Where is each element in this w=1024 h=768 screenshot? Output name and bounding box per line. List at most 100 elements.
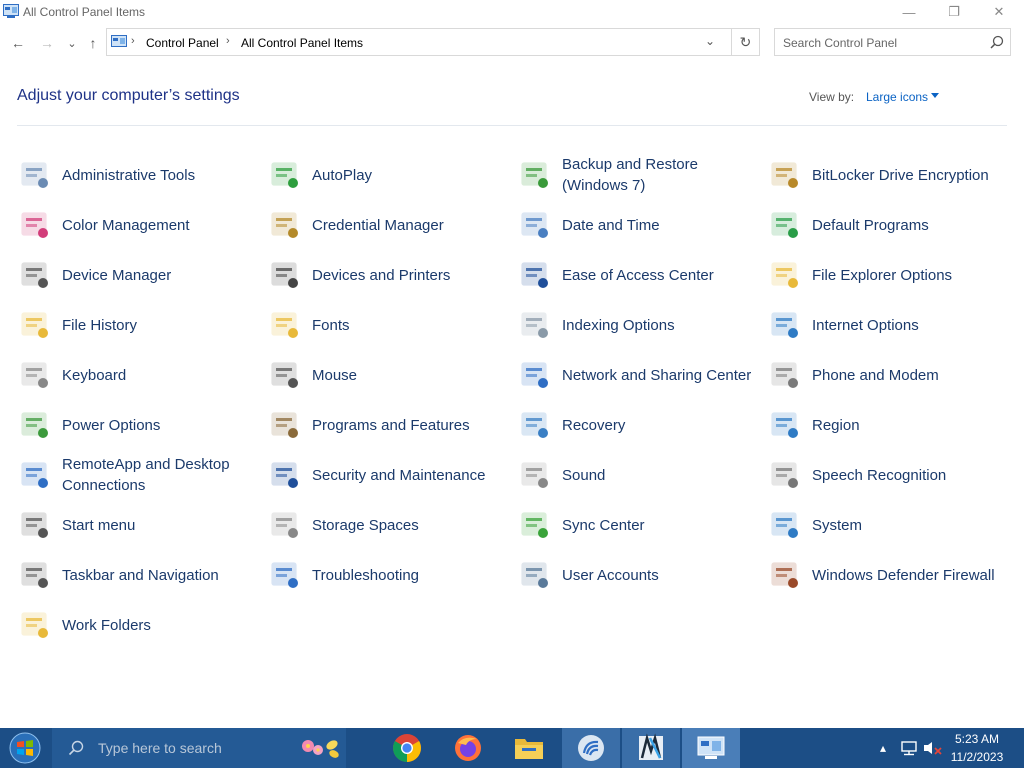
control-panel-item[interactable]: Taskbar and Navigation xyxy=(17,550,267,600)
control-panel-item[interactable]: Device Manager xyxy=(17,250,267,300)
taskbar-search-box[interactable]: Type here to search xyxy=(52,728,346,768)
troubleshooting-icon xyxy=(268,558,302,592)
windows-orb-icon xyxy=(9,732,41,764)
control-panel-item[interactable]: BitLocker Drive Encryption xyxy=(767,150,1017,200)
control-panel-item-label: Mouse xyxy=(312,366,358,384)
breadcrumb-control-panel[interactable]: Control Panel xyxy=(146,36,219,50)
control-panel-item[interactable]: System xyxy=(767,500,1017,550)
remoteapp-icon xyxy=(18,458,52,492)
control-panel-item[interactable]: Start menu xyxy=(17,500,267,550)
control-panel-item-label: File Explorer Options xyxy=(812,266,953,284)
recent-locations-button[interactable]: ⌄ xyxy=(61,32,83,54)
clock-time: 5:23 AM xyxy=(954,732,1000,746)
minimize-button[interactable]: — xyxy=(886,0,932,24)
close-button[interactable]: ✕ xyxy=(976,0,1022,24)
control-panel-item[interactable]: Keyboard xyxy=(17,350,267,400)
taskbar-chrome-button[interactable] xyxy=(378,728,436,768)
control-panel-item[interactable]: Sync Center xyxy=(517,500,767,550)
control-panel-item-label: Storage Spaces xyxy=(312,516,419,534)
taskbar-control-panel-button[interactable] xyxy=(682,728,740,768)
up-button[interactable]: ↑ xyxy=(82,32,104,54)
control-panel-item[interactable]: Sound xyxy=(517,450,767,500)
control-panel-item[interactable]: AutoPlay xyxy=(267,150,517,200)
control-panel-item[interactable]: Indexing Options xyxy=(517,300,767,350)
control-panel-item-label: Fonts xyxy=(312,316,350,334)
device-manager-icon xyxy=(18,258,52,292)
folder-options-icon xyxy=(768,258,802,292)
control-panel-item[interactable]: Backup and Restore (Windows 7) xyxy=(517,150,767,200)
control-panel-item-label: BitLocker Drive Encryption xyxy=(812,166,989,184)
control-panel-item[interactable]: Troubleshooting xyxy=(267,550,517,600)
control-panel-item[interactable]: Network and Sharing Center xyxy=(517,350,767,400)
start-button[interactable] xyxy=(0,728,50,768)
control-panel-item-label: Troubleshooting xyxy=(312,566,420,584)
control-panel-item[interactable]: File History xyxy=(17,300,267,350)
view-by-label: View by: xyxy=(809,90,855,104)
control-panel-item[interactable]: Ease of Access Center xyxy=(517,250,767,300)
control-panel-item[interactable]: Date and Time xyxy=(517,200,767,250)
search-input[interactable]: Search Control Panel xyxy=(783,36,897,50)
refresh-button[interactable]: ↻ xyxy=(732,28,760,56)
taskbar-app-button-2[interactable] xyxy=(622,728,680,768)
control-panel-item[interactable]: Work Folders xyxy=(17,600,267,650)
color-management-icon xyxy=(18,208,52,242)
control-panel-item[interactable]: Storage Spaces xyxy=(267,500,517,550)
control-panel-item[interactable]: Administrative Tools xyxy=(17,150,267,200)
indexing-icon xyxy=(518,308,552,342)
taskbar-firefox-button[interactable] xyxy=(439,728,497,768)
control-panel-item[interactable]: User Accounts xyxy=(517,550,767,600)
control-panel-item[interactable]: Recovery xyxy=(517,400,767,450)
chevron-right-icon: › xyxy=(131,35,135,47)
forward-button[interactable]: → xyxy=(36,32,58,54)
taskbar-search-input[interactable]: Type here to search xyxy=(98,740,222,756)
maximize-button[interactable]: ❐ xyxy=(931,0,977,24)
taskbar-file-explorer-button[interactable] xyxy=(500,728,558,768)
control-panel-item[interactable]: Credential Manager xyxy=(267,200,517,250)
system-clock[interactable]: 5:23 AM 11/2/2023 xyxy=(942,730,1012,766)
control-panel-item[interactable]: Power Options xyxy=(17,400,267,450)
control-panel-item-label: Speech Recognition xyxy=(812,466,947,484)
back-button[interactable]: ← xyxy=(7,32,29,54)
control-panel-item[interactable]: Phone and Modem xyxy=(767,350,1017,400)
search-box[interactable]: Search Control Panel xyxy=(774,28,1011,56)
app-icon-2 xyxy=(639,733,663,760)
volume-tray-icon[interactable] xyxy=(922,728,942,768)
view-mode-dropdown[interactable]: Large icons xyxy=(866,90,928,104)
control-panel-item[interactable]: Internet Options xyxy=(767,300,1017,350)
taskbar-app-button[interactable] xyxy=(562,728,620,768)
control-panel-item[interactable]: File Explorer Options xyxy=(767,250,1017,300)
flowers-search-highlight-icon xyxy=(302,740,339,758)
control-panel-item[interactable]: Mouse xyxy=(267,350,517,400)
address-bar[interactable]: › Control Panel › All Control Panel Item… xyxy=(106,28,732,56)
control-panel-item[interactable]: RemoteApp and Desktop Connections xyxy=(17,450,267,500)
security-flag-icon xyxy=(268,458,302,492)
control-panel-item[interactable]: Color Management xyxy=(17,200,267,250)
breadcrumb-all-items[interactable]: All Control Panel Items xyxy=(241,36,363,50)
control-panel-item-label: Internet Options xyxy=(812,316,919,334)
region-icon xyxy=(768,408,802,442)
file-history-icon xyxy=(18,308,52,342)
chevron-right-icon: › xyxy=(226,35,230,47)
show-hidden-icons-button[interactable]: ▴ xyxy=(880,728,886,768)
control-panel-item[interactable]: Speech Recognition xyxy=(767,450,1017,500)
phone-icon xyxy=(768,358,802,392)
divider xyxy=(17,125,1007,126)
network-tray-icon[interactable] xyxy=(900,728,918,768)
control-panel-item-label: Recovery xyxy=(562,416,626,434)
control-panel-item[interactable]: Devices and Printers xyxy=(267,250,517,300)
chevron-down-icon[interactable]: ⌄ xyxy=(705,34,715,48)
control-panel-item[interactable]: Default Programs xyxy=(767,200,1017,250)
control-panel-item[interactable]: Region xyxy=(767,400,1017,450)
network-icon xyxy=(901,741,917,756)
internet-options-icon xyxy=(768,308,802,342)
control-panel-item[interactable]: Security and Maintenance xyxy=(267,450,517,500)
control-panel-item[interactable]: Programs and Features xyxy=(267,400,517,450)
control-panel-item-label: Security and Maintenance xyxy=(312,466,486,484)
mouse-icon xyxy=(268,358,302,392)
control-panel-item[interactable]: Fonts xyxy=(267,300,517,350)
caret-down-icon[interactable] xyxy=(931,93,939,98)
control-panel-item[interactable]: Windows Defender Firewall xyxy=(767,550,1017,600)
keyboard-icon xyxy=(18,358,52,392)
printer-icon xyxy=(268,258,302,292)
control-panel-item-label: Taskbar and Navigation xyxy=(62,566,219,584)
